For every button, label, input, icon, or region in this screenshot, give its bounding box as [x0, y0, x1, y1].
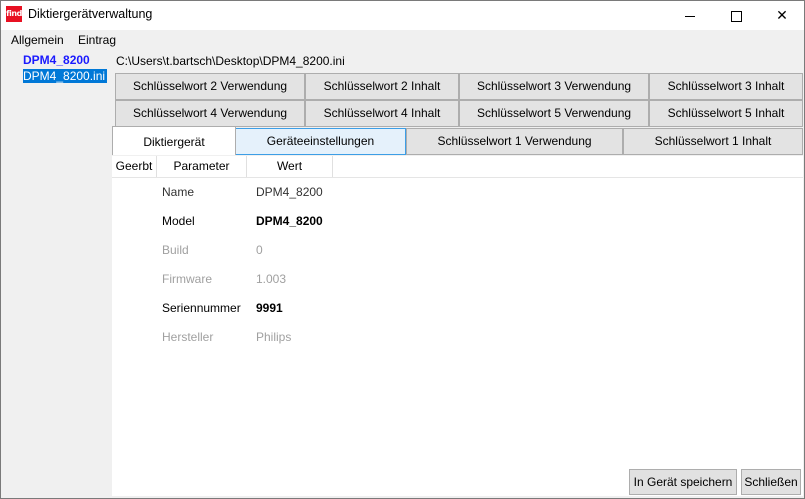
- param-label-model: Model: [162, 214, 195, 228]
- column-header-parameter[interactable]: Parameter: [157, 156, 247, 177]
- device-tree: DPM4_8200 DPM4_8200.ini: [1, 50, 111, 498]
- tab-keyword4-content[interactable]: Schlüsselwort 4 Inhalt: [305, 100, 459, 127]
- close-icon: ✕: [776, 7, 788, 23]
- close-button[interactable]: Schließen: [741, 469, 801, 495]
- param-value-manufacturer: Philips: [256, 330, 292, 344]
- menu-bar: Allgemein Eintrag: [1, 30, 804, 50]
- tab-keyword3-usage[interactable]: Schlüsselwort 3 Verwendung: [459, 73, 649, 100]
- param-label-name: Name: [162, 185, 195, 199]
- close-window-button[interactable]: ✕: [759, 1, 804, 30]
- param-value-model[interactable]: DPM4_8200: [256, 214, 323, 228]
- minimize-icon: [685, 15, 695, 17]
- tab-keyword4-usage[interactable]: Schlüsselwort 4 Verwendung: [115, 100, 305, 127]
- app-logo-icon: find: [6, 6, 22, 22]
- tab-keyword1-content[interactable]: Schlüsselwort 1 Inhalt: [623, 128, 803, 155]
- param-value-name[interactable]: DPM4_8200: [256, 185, 323, 199]
- tab-keyword2-content[interactable]: Schlüsselwort 2 Inhalt: [305, 73, 459, 100]
- column-header-inherited[interactable]: Geerbt: [112, 156, 157, 177]
- menu-allgemein[interactable]: Allgemein: [11, 33, 64, 47]
- tree-item-device[interactable]: DPM4_8200: [23, 53, 90, 67]
- param-value-build: 0: [256, 243, 263, 257]
- menu-eintrag[interactable]: Eintrag: [78, 33, 116, 47]
- tab-keyword5-usage[interactable]: Schlüsselwort 5 Verwendung: [459, 100, 649, 127]
- param-value-serial[interactable]: 9991: [256, 301, 283, 315]
- maximize-button[interactable]: [713, 1, 759, 30]
- minimize-button[interactable]: [667, 1, 713, 30]
- tab-keyword5-content[interactable]: Schlüsselwort 5 Inhalt: [649, 100, 803, 127]
- param-label-firmware: Firmware: [162, 272, 212, 286]
- param-label-serial: Seriennummer: [162, 301, 241, 315]
- param-label-manufacturer: Hersteller: [162, 330, 214, 344]
- title-bar[interactable]: find Diktiergerätverwaltung ✕: [1, 1, 804, 30]
- column-header-value[interactable]: Wert: [247, 156, 333, 177]
- param-value-firmware: 1.003: [256, 272, 287, 286]
- maximize-icon: [730, 10, 742, 22]
- tree-item-ini-file[interactable]: DPM4_8200.ini: [23, 69, 108, 83]
- file-path-label: C:\Users\t.bartsch\Desktop\DPM4_8200.ini: [116, 54, 345, 68]
- save-to-device-button[interactable]: In Gerät speichern: [629, 469, 737, 495]
- tab-keyword1-usage[interactable]: Schlüsselwort 1 Verwendung: [406, 128, 623, 155]
- window-title: Diktiergerätverwaltung: [28, 7, 153, 21]
- app-window: find Diktiergerätverwaltung ✕ Allgemein …: [0, 0, 805, 499]
- parameter-panel: Geerbt Parameter Wert Name DPM4_8200 Mod…: [112, 156, 803, 496]
- param-label-build: Build: [162, 243, 189, 257]
- tab-keyword3-content[interactable]: Schlüsselwort 3 Inhalt: [649, 73, 803, 100]
- tab-keyword2-usage[interactable]: Schlüsselwort 2 Verwendung: [115, 73, 305, 100]
- tab-device-settings[interactable]: Geräteeinstellungen: [235, 128, 406, 155]
- tab-dictation-device[interactable]: Diktiergerät: [112, 126, 236, 155]
- header-divider: [112, 177, 803, 178]
